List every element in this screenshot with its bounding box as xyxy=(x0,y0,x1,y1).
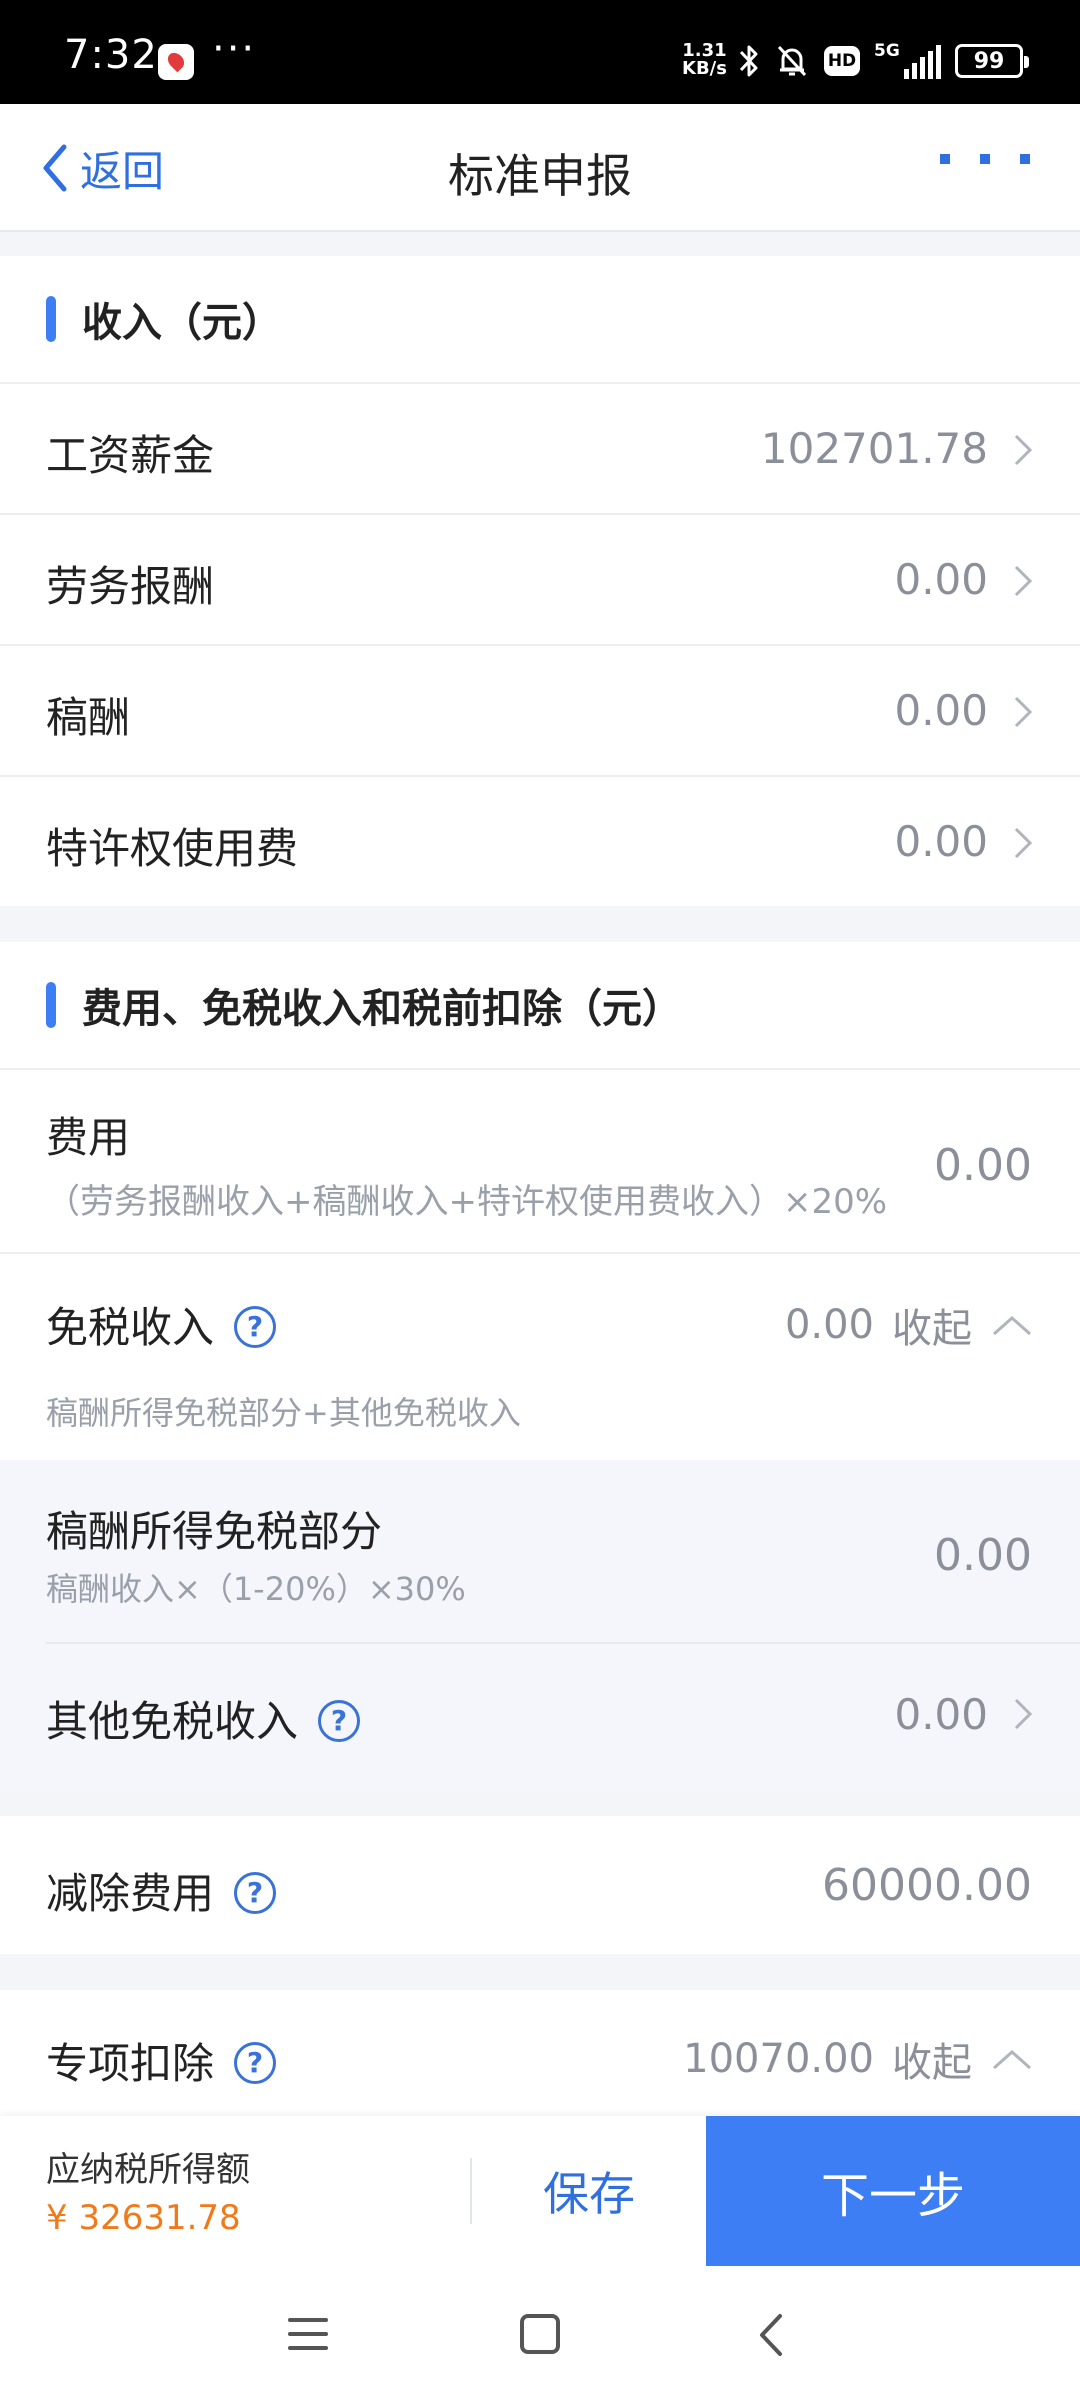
tax-free-label-text: 免税收入 xyxy=(46,1303,215,1352)
deductions-section: 费用、免税收入和税前扣除（元） 费用 （劳务报酬收入+稿酬收入+特许权使用费收入… xyxy=(0,942,1080,1792)
battery-icon: 99 xyxy=(955,44,1029,78)
network-speed: 1.31 KB/s xyxy=(682,42,727,78)
chevron-up-icon xyxy=(993,2049,1031,2070)
royalty-exempt-label: 稿酬所得免税部分 xyxy=(46,1507,383,1556)
section-accent-bar xyxy=(46,982,56,1028)
income-section-header: 收入（元） xyxy=(0,256,1080,384)
collapse-label: 收起 xyxy=(892,1306,972,1352)
special-value: 10070.00 xyxy=(683,2036,874,2082)
network-speed-unit: KB/s xyxy=(682,58,727,79)
tax-free-label: 免税收入? xyxy=(46,1294,277,1355)
home-icon[interactable] xyxy=(520,2314,560,2354)
tax-free-subpanel: 稿酬所得免税部分 稿酬收入×（1-20%）×30% 0.00 其他免税收入? 0… xyxy=(0,1460,1080,1792)
row-value: 0.00 xyxy=(894,686,988,735)
income-section-title: 收入（元） xyxy=(82,300,282,346)
next-step-button[interactable]: 下一步 xyxy=(706,2116,1080,2266)
row-label: 稿酬 xyxy=(46,693,131,742)
income-row-salary[interactable]: 工资薪金 102701.78 xyxy=(0,384,1080,515)
taxable-income-label: 应纳税所得额 xyxy=(46,2150,250,2190)
special-collapse[interactable]: 10070.00 收起 xyxy=(683,2030,1034,2088)
row-value: 0.00 xyxy=(894,817,988,866)
page-title: 标准申报 xyxy=(448,149,632,203)
help-icon[interactable]: ? xyxy=(318,1699,361,1742)
nav-bar: 返回 标准申报 xyxy=(0,104,1080,232)
tax-free-value: 0.00 xyxy=(784,1302,874,1348)
special-section: 专项扣除? 10070.00 收起 xyxy=(0,1990,1080,2116)
taxable-income-value: ¥ 32631.78 xyxy=(46,2198,241,2238)
section-accent-bar xyxy=(46,296,56,342)
chevron-right-icon xyxy=(1014,827,1033,859)
map-app-icon xyxy=(158,44,194,80)
tax-free-formula: 稿酬所得免税部分+其他免税收入 xyxy=(46,1394,521,1432)
bottom-action-bar: 应纳税所得额 ¥ 32631.78 保存 下一步 xyxy=(0,2116,1080,2266)
income-section: 收入（元） 工资薪金 102701.78 劳务报酬 0.00 稿酬 0.00 特… xyxy=(0,256,1080,906)
row-value: 0.00 xyxy=(894,555,988,604)
reduction-label: 减除费用? xyxy=(46,1860,277,1921)
row-label: 劳务报酬 xyxy=(46,562,215,611)
chevron-right-icon xyxy=(1014,696,1033,728)
income-row-franchise[interactable]: 特许权使用费 0.00 xyxy=(0,777,1080,908)
expense-formula: （劳务报酬收入+稿酬收入+特许权使用费收入）×20% xyxy=(46,1182,888,1222)
income-row-labor[interactable]: 劳务报酬 0.00 xyxy=(0,515,1080,646)
more-options-button[interactable] xyxy=(940,154,1030,164)
back-icon[interactable] xyxy=(756,2310,786,2360)
network-type: 5G xyxy=(874,41,900,61)
other-tax-free-value: 0.00 xyxy=(894,1690,988,1739)
reduction-section: 减除费用? 60000.00 xyxy=(0,1816,1080,1954)
system-nav-bar xyxy=(0,2266,1080,2400)
dot-icon xyxy=(1020,154,1030,164)
expense-value: 0.00 xyxy=(934,1140,1032,1191)
tax-free-row[interactable]: 免税收入? 0.00 收起 稿酬所得免税部分+其他免税收入 xyxy=(0,1254,1080,1460)
income-row-royalty[interactable]: 稿酬 0.00 xyxy=(0,646,1080,777)
special-label: 专项扣除? xyxy=(46,2030,277,2091)
hd-icon: HD xyxy=(824,46,860,76)
reduction-value: 60000.00 xyxy=(822,1860,1032,1911)
bell-off-icon xyxy=(777,45,807,77)
bluetooth-icon xyxy=(739,45,758,77)
status-bar: 7:32 ··· 1.31 KB/s HD 5G 99 xyxy=(0,0,1080,104)
row-value: 102701.78 xyxy=(760,424,988,473)
recent-apps-icon[interactable] xyxy=(288,2318,328,2360)
other-tax-free-row[interactable]: 其他免税收入? 0.00 xyxy=(0,1644,1080,1790)
expense-label: 费用 xyxy=(46,1113,131,1162)
collapse-label: 收起 xyxy=(892,2040,972,2086)
dot-icon xyxy=(940,154,950,164)
chevron-right-icon xyxy=(1014,565,1033,597)
signal-icon: 5G xyxy=(874,41,941,79)
chevron-right-icon xyxy=(1014,434,1033,466)
royalty-exempt-row: 稿酬所得免税部分 稿酬收入×（1-20%）×30% 0.00 xyxy=(46,1460,1080,1644)
row-label: 工资薪金 xyxy=(46,431,215,480)
help-icon[interactable]: ? xyxy=(234,1305,277,1348)
chevron-up-icon xyxy=(993,1315,1031,1336)
special-label-text: 专项扣除 xyxy=(46,2039,215,2088)
royalty-exempt-value: 0.00 xyxy=(934,1530,1032,1581)
dot-icon xyxy=(980,154,990,164)
deductions-section-header: 费用、免税收入和税前扣除（元） xyxy=(0,942,1080,1070)
other-tax-free-label: 其他免税收入? xyxy=(46,1688,361,1749)
status-more-icon: ··· xyxy=(212,26,257,72)
battery-level: 99 xyxy=(973,48,1005,74)
chevron-right-icon xyxy=(1014,1698,1033,1730)
royalty-exempt-formula: 稿酬收入×（1-20%）×30% xyxy=(46,1570,466,1608)
save-button[interactable]: 保存 xyxy=(472,2116,706,2266)
row-label: 特许权使用费 xyxy=(46,824,299,873)
help-icon[interactable]: ? xyxy=(234,1871,277,1914)
deductions-section-title: 费用、免税收入和税前扣除（元） xyxy=(82,986,682,1032)
tax-free-collapse[interactable]: 0.00 收起 xyxy=(785,1296,1034,1354)
help-icon[interactable]: ? xyxy=(234,2041,277,2084)
status-icons: HD 5G 99 xyxy=(738,40,1029,82)
reduction-row: 减除费用? 60000.00 xyxy=(0,1816,1080,1954)
status-time: 7:32 xyxy=(64,32,158,78)
expense-row: 费用 （劳务报酬收入+稿酬收入+特许权使用费收入）×20% 0.00 xyxy=(0,1070,1080,1254)
special-row[interactable]: 专项扣除? 10070.00 收起 xyxy=(0,1990,1080,2116)
reduction-label-text: 减除费用 xyxy=(46,1869,215,1918)
other-tax-free-label-text: 其他免税收入 xyxy=(46,1697,299,1746)
